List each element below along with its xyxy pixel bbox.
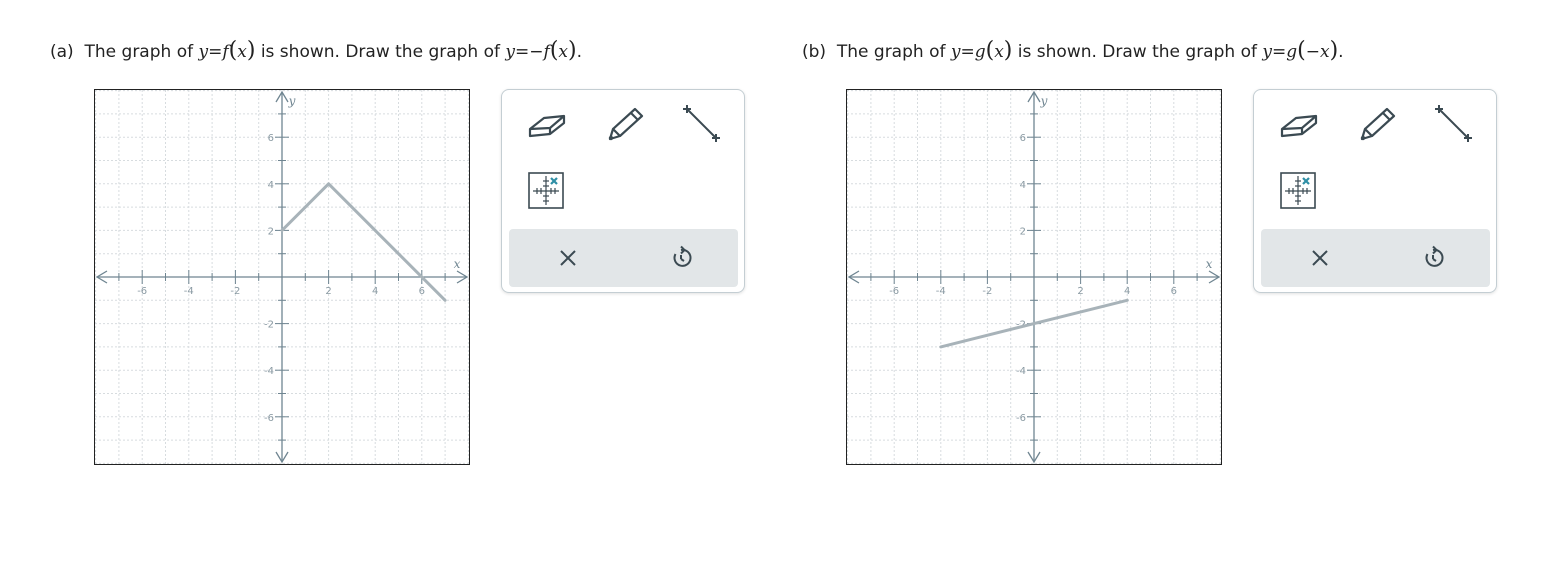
prompt-label: (b) [802,42,827,62]
y-tick-label: 4 [1020,180,1026,191]
clear-icon [1312,250,1328,266]
function-variable: y [198,42,209,62]
y-tick-label: 2 [1020,226,1026,237]
x-tick-label: -6 [889,286,899,297]
eraser-icon [528,114,566,138]
coordinate-plane[interactable]: -6 -4 -2 2 4 6642-2-4-6xy [847,90,1221,464]
x-tick-label: 6 [1171,286,1177,297]
prompt-text: is shown. Draw the graph of [260,42,500,62]
y-tick-label: -4 [1016,366,1026,377]
math-paren: ) [1329,38,1339,63]
eraser-tool-button[interactable] [1276,99,1326,149]
function-variable: y [1262,42,1272,62]
undo-button[interactable] [666,243,696,273]
y-tick-label: 4 [268,180,274,191]
math-paren: ) [568,38,577,63]
y-tick-label: 6 [268,133,274,144]
prompt-text: is shown. Draw the graph of [1017,42,1257,62]
math-paren: ) [1003,38,1013,63]
line-segment-icon [683,105,720,142]
line-segment-tool-button[interactable] [677,99,727,149]
pencil-icon [1360,107,1396,141]
prompt-text: The graph of [84,42,194,62]
y-tick-label: -4 [264,366,274,377]
math-operator: − [529,42,544,62]
math-operator: = [515,42,530,62]
action-bar [1261,229,1490,287]
toolbox-b [1253,89,1497,293]
y-axis-label: y [1040,94,1048,108]
function-name: g [974,42,986,62]
math-operator: = [208,42,223,62]
x-tick-label: -2 [230,286,240,297]
x-axis-label: x [1206,257,1213,271]
x-tick-label: 4 [372,286,378,297]
undo-icon [673,245,692,267]
prompt-a: (a) The graph of y=f(x) is shown. Draw t… [50,38,582,63]
math-paren: ( [228,38,238,63]
point-tool-button[interactable] [524,166,574,216]
x-tick-label: -4 [184,286,194,297]
action-bar [509,229,738,287]
x-tick-label: 6 [419,286,425,297]
prompt-label: (a) [50,42,74,62]
x-tick-label: -2 [982,286,992,297]
y-tick-label: -6 [1016,413,1026,424]
given-function-curve [280,182,447,302]
graph-canvas-b[interactable]: -6 -4 -2 2 4 6 6 4 2 -2 -4 -6 x y [846,89,1222,465]
x-tick-label: 2 [325,286,331,297]
math-paren: ( [1297,38,1306,63]
undo-icon [1425,245,1444,267]
y-tick-label: 6 [1020,133,1026,144]
math-paren: ) [246,38,256,63]
y-axis-label: y [288,94,296,108]
x-axis-label: x [454,257,461,271]
x-tick-label: 2 [1077,286,1083,297]
point-grid-icon [1280,172,1316,209]
function-variable: y [505,42,516,62]
pencil-icon [608,107,644,141]
y-tick-label: -2 [264,320,274,331]
function-argument: x [558,42,568,62]
function-argument: x [994,42,1004,62]
math-operator: = [1271,42,1287,62]
math-operator: = [960,42,975,62]
line-segment-icon [1435,105,1472,142]
prompt-text: The graph of [836,42,946,62]
clear-button[interactable] [1305,243,1335,273]
x-tick-label: -6 [137,286,147,297]
coordinate-plane[interactable]: -6 -4 -2 2 4 6 6 4 2 -2 -4 -6 x y [95,90,469,464]
pencil-tool-button[interactable] [1352,99,1402,149]
point-tool-button[interactable] [1276,166,1326,216]
function-argument: x [237,42,247,62]
math-paren: ( [985,38,995,63]
y-tick-label: -6 [264,413,274,424]
eraser-tool-button[interactable] [524,99,574,149]
y-tick-label: 2 [268,226,274,237]
x-tick-label: -4 [936,286,946,297]
eraser-icon [1280,114,1318,138]
graph-canvas-a[interactable]: -6 -4 -2 2 4 6 6 4 2 -2 -4 -6 x y [94,89,470,465]
line-segment-tool-button[interactable] [1429,99,1479,149]
point-grid-icon [528,172,564,209]
pencil-tool-button[interactable] [600,99,650,149]
toolbox-a [501,89,745,293]
prompt-b: (b) The graph of y=g(x) is shown. Draw t… [802,38,1344,63]
clear-button[interactable] [553,243,583,273]
function-name: g [1286,42,1298,62]
clear-icon [560,250,576,266]
x-tick-label: 4 [1124,286,1130,297]
function-argument: −x [1305,42,1330,62]
undo-button[interactable] [1418,243,1448,273]
